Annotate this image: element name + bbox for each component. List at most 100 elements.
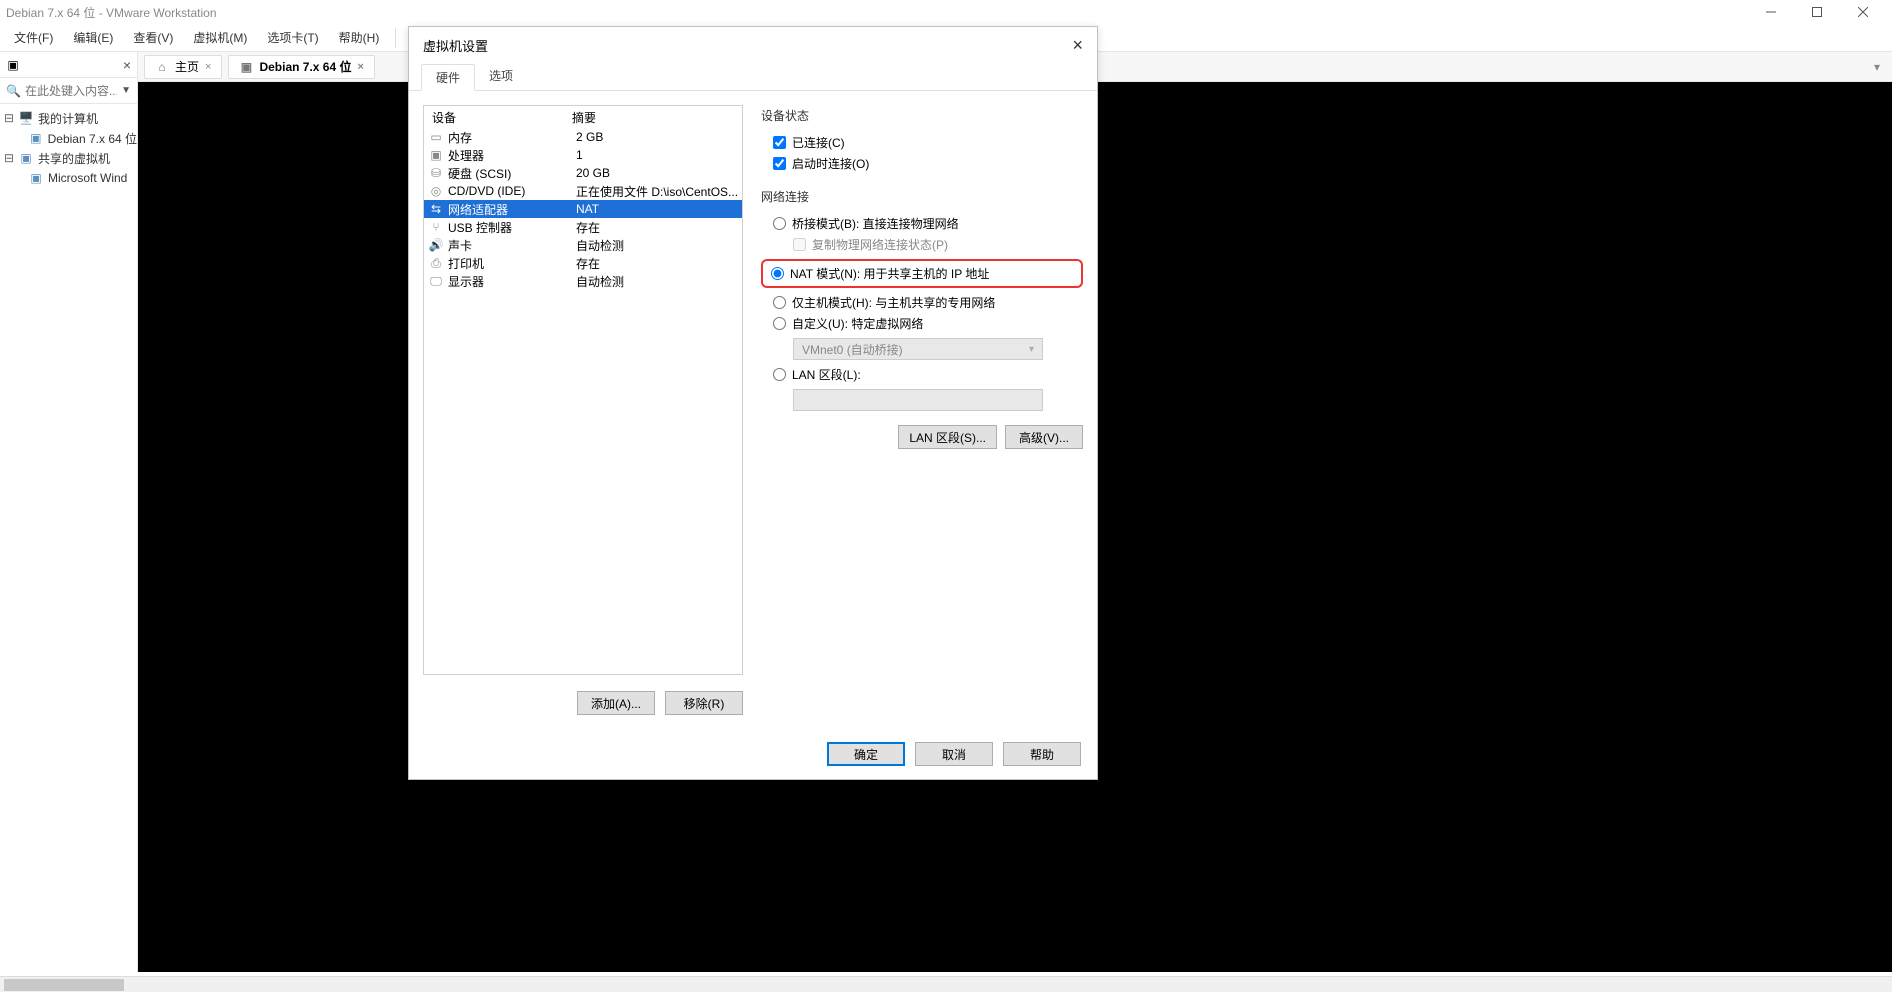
device-settings-panel: 设备状态 已连接(C) 启动时连接(O) 网络连接 桥接模式(B): 直接连接物… <box>761 105 1083 715</box>
vm-icon: ▣ <box>28 130 44 146</box>
device-name: CD/DVD (IDE) <box>448 184 572 198</box>
tab-label: Debian 7.x 64 位 <box>259 58 351 75</box>
tab-options[interactable]: 选项 <box>475 63 527 90</box>
maximize-button[interactable] <box>1794 0 1840 24</box>
cpu-icon: ▣ <box>428 148 444 162</box>
chevron-down-icon: ▾ <box>1029 344 1034 355</box>
tab-overflow-icon[interactable]: ▾ <box>1868 58 1886 76</box>
tree-label: 我的计算机 <box>38 110 98 127</box>
dialog-close-icon[interactable]: × <box>1072 35 1083 56</box>
hostonly-radio[interactable] <box>773 296 786 309</box>
cd-icon: ◎ <box>428 184 444 198</box>
lan-radio[interactable] <box>773 368 786 381</box>
menu-divider <box>395 28 396 48</box>
radio-custom[interactable]: 自定义(U): 特定虚拟网络 <box>761 313 1083 334</box>
device-name: USB 控制器 <box>448 219 572 236</box>
network-extra-buttons: LAN 区段(S)... 高级(V)... <box>761 425 1083 449</box>
custom-vmnet-value: VMnet0 (自动桥接) <box>802 341 903 358</box>
tree-vm-debian[interactable]: ▣ Debian 7.x 64 位 <box>0 128 137 148</box>
tab-close-icon[interactable]: × <box>358 61 364 73</box>
group-device-state: 设备状态 <box>761 107 1083 124</box>
device-list[interactable]: ▭内存2 GB▣处理器1⛁硬盘 (SCSI)20 GB◎CD/DVD (IDE)… <box>424 128 742 674</box>
tab-close-icon[interactable]: × <box>205 61 211 73</box>
cancel-button[interactable]: 取消 <box>915 742 993 766</box>
radio-nat[interactable]: NAT 模式(N): 用于共享主机的 IP 地址 <box>767 263 1077 284</box>
highlight-nat: NAT 模式(N): 用于共享主机的 IP 地址 <box>761 259 1083 288</box>
custom-radio[interactable] <box>773 317 786 330</box>
menu-edit[interactable]: 编辑(E) <box>63 29 123 46</box>
connected-checkbox[interactable] <box>773 136 786 149</box>
tab-hardware[interactable]: 硬件 <box>421 64 475 91</box>
vm-icon: ▣ <box>28 170 44 186</box>
device-row-net[interactable]: ⇆网络适配器NAT <box>424 200 742 218</box>
device-row-memory[interactable]: ▭内存2 GB <box>424 128 742 146</box>
sidebar-close-icon[interactable]: × <box>123 57 131 73</box>
custom-vmnet-select: VMnet0 (自动桥接) ▾ <box>793 338 1043 360</box>
checkbox-connect-at-poweron[interactable]: 启动时连接(O) <box>761 153 1083 174</box>
printer-icon: ⎙ <box>428 256 444 270</box>
menu-view[interactable]: 查看(V) <box>123 29 183 46</box>
device-row-hdd[interactable]: ⛁硬盘 (SCSI)20 GB <box>424 164 742 182</box>
radio-lan-segment[interactable]: LAN 区段(L): <box>761 364 1083 385</box>
lan-segments-button[interactable]: LAN 区段(S)... <box>898 425 997 449</box>
advanced-button[interactable]: 高级(V)... <box>1005 425 1083 449</box>
tree-vm-windows[interactable]: ▣ Microsoft Wind <box>0 168 137 188</box>
horizontal-scrollbar[interactable] <box>0 976 1892 992</box>
home-icon: ⌂ <box>155 60 169 74</box>
connected-label: 已连接(C) <box>792 134 845 151</box>
device-name: 内存 <box>448 129 572 146</box>
search-dropdown-icon[interactable]: ▼ <box>121 85 131 96</box>
menu-tabs[interactable]: 选项卡(T) <box>257 29 328 46</box>
memory-icon: ▭ <box>428 130 444 144</box>
library-sidebar: ▣ × 🔍 ▼ ⊟ 🖥️ 我的计算机 ▣ Debian 7.x 64 位 ⊟ ▣… <box>0 52 138 972</box>
library-icon: ▣ <box>6 58 20 72</box>
checkbox-connected[interactable]: 已连接(C) <box>761 132 1083 153</box>
usb-icon: ⑂ <box>428 220 444 234</box>
library-tree: ⊟ 🖥️ 我的计算机 ▣ Debian 7.x 64 位 ⊟ ▣ 共享的虚拟机 … <box>0 104 137 192</box>
hdd-icon: ⛁ <box>428 166 444 180</box>
device-row-cpu[interactable]: ▣处理器1 <box>424 146 742 164</box>
dialog-tabs: 硬件 选项 <box>409 63 1097 91</box>
bridged-radio[interactable] <box>773 217 786 230</box>
scrollbar-thumb[interactable] <box>4 979 124 991</box>
device-summary: 自动检测 <box>576 273 738 290</box>
autoconnect-label: 启动时连接(O) <box>792 155 869 172</box>
autoconnect-checkbox[interactable] <box>773 157 786 170</box>
close-button[interactable] <box>1840 0 1886 24</box>
net-icon: ⇆ <box>428 202 444 216</box>
menu-file[interactable]: 文件(F) <box>4 29 63 46</box>
menu-vm[interactable]: 虚拟机(M) <box>183 29 257 46</box>
ok-button[interactable]: 确定 <box>827 742 905 766</box>
device-row-display[interactable]: 🖵显示器自动检测 <box>424 272 742 290</box>
custom-label: 自定义(U): 特定虚拟网络 <box>792 315 923 332</box>
device-name: 显示器 <box>448 273 572 290</box>
tab-debian[interactable]: ▣ Debian 7.x 64 位 × <box>228 55 374 79</box>
tree-label: Debian 7.x 64 位 <box>48 130 137 147</box>
tab-home[interactable]: ⌂ 主页 × <box>144 55 222 79</box>
remove-device-button[interactable]: 移除(R) <box>665 691 743 715</box>
device-summary: NAT <box>576 202 738 216</box>
device-row-cd[interactable]: ◎CD/DVD (IDE)正在使用文件 D:\iso\CentOS... <box>424 182 742 200</box>
tree-my-computer[interactable]: ⊟ 🖥️ 我的计算机 <box>0 108 137 128</box>
radio-bridged[interactable]: 桥接模式(B): 直接连接物理网络 <box>761 213 1083 234</box>
add-device-button[interactable]: 添加(A)... <box>577 691 655 715</box>
collapse-icon[interactable]: ⊟ <box>4 151 14 165</box>
minimize-button[interactable] <box>1748 0 1794 24</box>
menu-help[interactable]: 帮助(H) <box>329 29 390 46</box>
dialog-footer: 确定 取消 帮助 <box>409 729 1097 779</box>
vm-settings-dialog: 虚拟机设置 × 硬件 选项 设备 摘要 ▭内存2 GB▣处理器1⛁硬盘 (SCS… <box>408 26 1098 780</box>
dialog-title: 虚拟机设置 <box>423 36 488 55</box>
search-input[interactable] <box>25 84 117 98</box>
collapse-icon[interactable]: ⊟ <box>4 111 14 125</box>
device-name: 硬盘 (SCSI) <box>448 165 572 182</box>
help-button[interactable]: 帮助 <box>1003 742 1081 766</box>
device-row-printer[interactable]: ⎙打印机存在 <box>424 254 742 272</box>
device-row-usb[interactable]: ⑂USB 控制器存在 <box>424 218 742 236</box>
device-name: 声卡 <box>448 237 572 254</box>
sidebar-search: 🔍 ▼ <box>0 78 137 104</box>
tree-shared-vms[interactable]: ⊟ ▣ 共享的虚拟机 <box>0 148 137 168</box>
device-row-sound[interactable]: 🔊声卡自动检测 <box>424 236 742 254</box>
nat-radio[interactable] <box>771 267 784 280</box>
radio-hostonly[interactable]: 仅主机模式(H): 与主机共享的专用网络 <box>761 292 1083 313</box>
search-icon: 🔍 <box>6 84 21 98</box>
